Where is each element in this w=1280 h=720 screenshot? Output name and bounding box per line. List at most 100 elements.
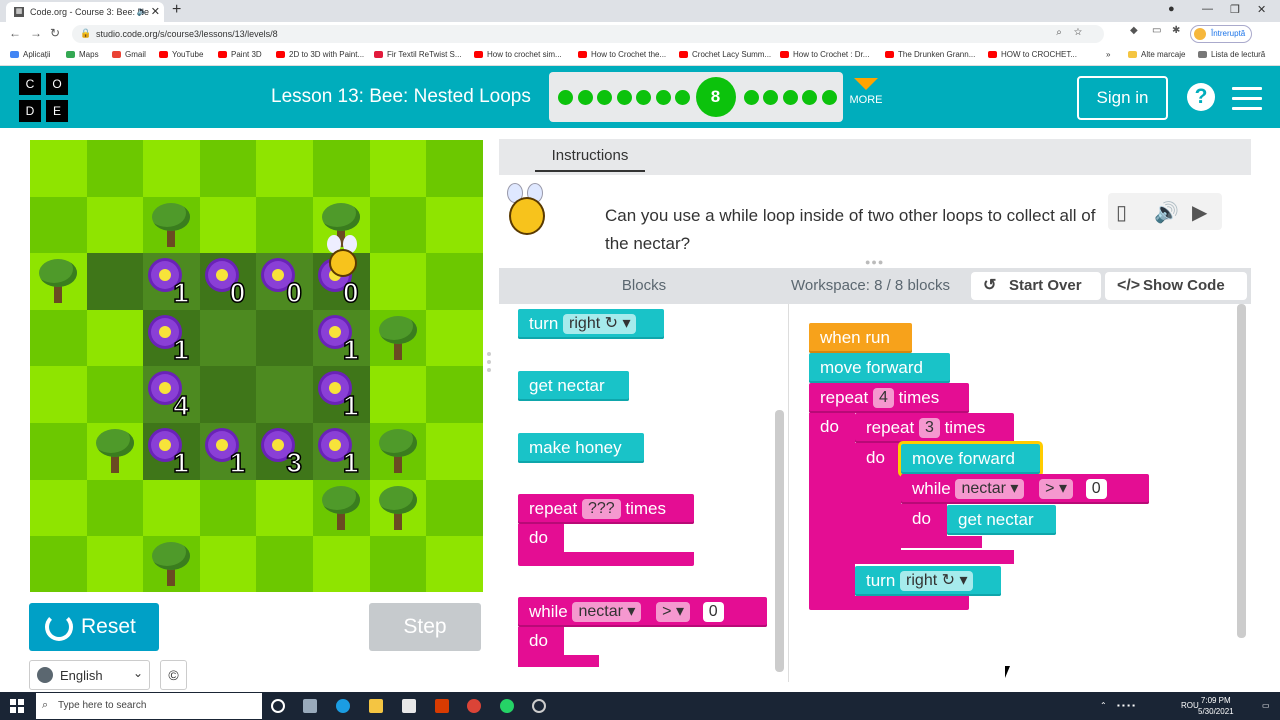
play-icon[interactable]: ▶	[1192, 200, 1207, 225]
reload-icon[interactable]: ↻	[50, 26, 60, 40]
level-dot[interactable]	[655, 90, 671, 105]
repeat-count-field[interactable]: 3	[918, 418, 940, 438]
variable-dropdown[interactable]: nectar ▾	[572, 602, 642, 622]
value-field[interactable]: 0	[702, 602, 724, 622]
level-dot[interactable]	[597, 90, 612, 105]
repeat-count-field[interactable]: 4	[872, 388, 894, 408]
close-window-icon[interactable]: ✕	[1257, 3, 1266, 16]
office-icon[interactable]	[435, 699, 449, 713]
task-view-icon[interactable]	[303, 699, 317, 713]
level-dot[interactable]	[577, 90, 593, 105]
url-field[interactable]: 🔒 studio.code.org/s/course3/lessons/13/l…	[72, 25, 1104, 43]
signin-button[interactable]: Sign in	[1077, 76, 1168, 120]
copyright-button[interactable]: ©	[160, 660, 187, 690]
zoom-star-icons[interactable]: ⌕☆	[1056, 27, 1094, 38]
turn-block[interactable]: turn right ↻ ▾	[518, 309, 664, 339]
level-dot[interactable]	[821, 90, 837, 105]
more-levels-button[interactable]: MORE	[848, 78, 884, 118]
app-icon[interactable]	[532, 699, 546, 713]
bookmark-reading-list[interactable]: Lista de lectură	[1198, 50, 1265, 59]
bookmark-item[interactable]: Paint 3D	[218, 50, 262, 59]
close-tab-icon[interactable]: ✕	[151, 5, 160, 18]
more-bookmarks-icon[interactable]: »	[1106, 50, 1110, 59]
panel-resize-handle[interactable]	[487, 352, 491, 376]
hamburger-menu-icon[interactable]	[1232, 87, 1262, 110]
back-icon[interactable]: ←	[9, 26, 21, 40]
notifications-icon[interactable]: ▭	[1262, 701, 1270, 710]
bookmark-item[interactable]: 2D to 3D with Paint...	[276, 50, 364, 59]
start-over-button[interactable]: ↺ Start Over	[971, 272, 1101, 300]
level-dot[interactable]	[763, 90, 778, 105]
whatsapp-icon[interactable]	[500, 699, 514, 713]
bookmark-item[interactable]: How to Crochet the...	[578, 50, 666, 59]
bookmark-item[interactable]: How to Crochet : Dr...	[780, 50, 869, 59]
value-field[interactable]: 0	[1085, 479, 1107, 499]
bookmark-item[interactable]: How to crochet sim...	[474, 50, 562, 59]
puzzle-icon[interactable]: ✱	[1172, 25, 1180, 36]
browser-tab[interactable]: ▦ Code.org - Course 3: Bee: Ne 🔈 ✕	[6, 2, 164, 22]
chrome-icon[interactable]	[467, 699, 481, 713]
move-forward-block-selected[interactable]: move forward	[898, 441, 1043, 477]
game-board[interactable]: 1 0 0 0 1 1 4 1 1 1 3 1	[30, 140, 483, 592]
bookmark-item[interactable]: Fir Textil ReTwist S...	[374, 50, 462, 59]
level-dot[interactable]	[802, 90, 817, 105]
level-dot[interactable]	[743, 90, 759, 105]
profile-button[interactable]: Întreruptă	[1190, 25, 1252, 43]
bookmark-other[interactable]: Alte marcaje	[1128, 50, 1185, 59]
operator-dropdown[interactable]: > ▾	[1039, 479, 1073, 499]
new-tab-icon[interactable]: +	[172, 1, 181, 19]
level-dot[interactable]	[558, 90, 573, 105]
tray-icons[interactable]: ▪ ▪ ▪ ▪	[1117, 701, 1135, 710]
minimize-icon[interactable]: —	[1202, 3, 1213, 15]
repeat-count-field[interactable]: ???	[581, 499, 621, 519]
level-dot-current[interactable]: 8	[695, 77, 736, 117]
file-explorer-icon[interactable]	[369, 699, 383, 713]
variable-dropdown[interactable]: nectar ▾	[955, 479, 1025, 499]
operator-dropdown[interactable]: > ▾	[656, 602, 690, 622]
taskbar-clock[interactable]: 7:09 PM 5/30/2021	[1198, 695, 1234, 717]
bookmark-item[interactable]: Gmail	[112, 50, 146, 59]
show-code-button[interactable]: </> Show Code	[1105, 272, 1247, 300]
account-icon[interactable]: ●	[1168, 3, 1175, 15]
forward-icon[interactable]: →	[30, 26, 42, 40]
volume-icon[interactable]: 🔊	[1154, 200, 1179, 225]
language-indicator[interactable]: ROU	[1181, 701, 1199, 710]
edge-icon[interactable]	[336, 699, 350, 713]
level-dot[interactable]	[675, 90, 690, 105]
code-logo[interactable]: C O D E	[19, 73, 69, 123]
bookmark-item[interactable]: HOW to CROCHET...	[988, 50, 1077, 59]
bookmark-item[interactable]: The Drunken Grann...	[885, 50, 975, 59]
get-nectar-block[interactable]: get nectar	[518, 371, 629, 401]
taskbar-search[interactable]: ⌕ Type here to search	[36, 693, 262, 719]
restore-icon[interactable]: ❐	[1230, 3, 1240, 16]
level-dot[interactable]	[636, 90, 651, 105]
toolbox-scrollbar[interactable]	[775, 410, 784, 672]
reset-button[interactable]: Reset	[29, 603, 159, 651]
step-button[interactable]: Step	[369, 603, 481, 651]
extension-icon[interactable]: ▭	[1152, 25, 1161, 36]
get-nectar-block[interactable]: get nectar	[947, 505, 1056, 535]
bookmark-item[interactable]: Aplicații	[10, 50, 51, 59]
windows-start-icon[interactable]	[10, 699, 24, 713]
cortana-icon[interactable]	[271, 699, 285, 713]
help-icon[interactable]: ?	[1187, 83, 1215, 111]
tab-instructions[interactable]: Instructions	[535, 147, 645, 172]
level-dot[interactable]	[616, 90, 632, 105]
direction-dropdown[interactable]: right ↻ ▾	[900, 571, 974, 591]
store-icon[interactable]	[402, 699, 416, 713]
panel-resize-handle[interactable]: ●●●	[865, 257, 884, 267]
level-dot[interactable]	[782, 90, 798, 105]
extension-icon[interactable]: ◆	[1130, 25, 1138, 36]
turn-block[interactable]: turn right ↻ ▾	[855, 566, 1001, 596]
language-select[interactable]: English ⌄	[29, 660, 150, 690]
make-honey-block[interactable]: make honey	[518, 433, 644, 463]
bookmark-item[interactable]: Maps	[66, 50, 99, 59]
move-forward-block[interactable]: move forward	[809, 353, 950, 383]
lesson-title[interactable]: Lesson 13: Bee: Nested Loops	[271, 86, 531, 108]
tray-chevron-icon[interactable]: ⌃	[1100, 701, 1107, 710]
bookmark-item[interactable]: Crochet Lacy Summ...	[679, 50, 771, 59]
text-to-speech-icon[interactable]: ▯	[1116, 200, 1127, 225]
when-run-block[interactable]: when run	[809, 323, 912, 353]
direction-dropdown[interactable]: right ↻ ▾	[563, 314, 637, 334]
workspace-scrollbar[interactable]	[1237, 304, 1246, 638]
